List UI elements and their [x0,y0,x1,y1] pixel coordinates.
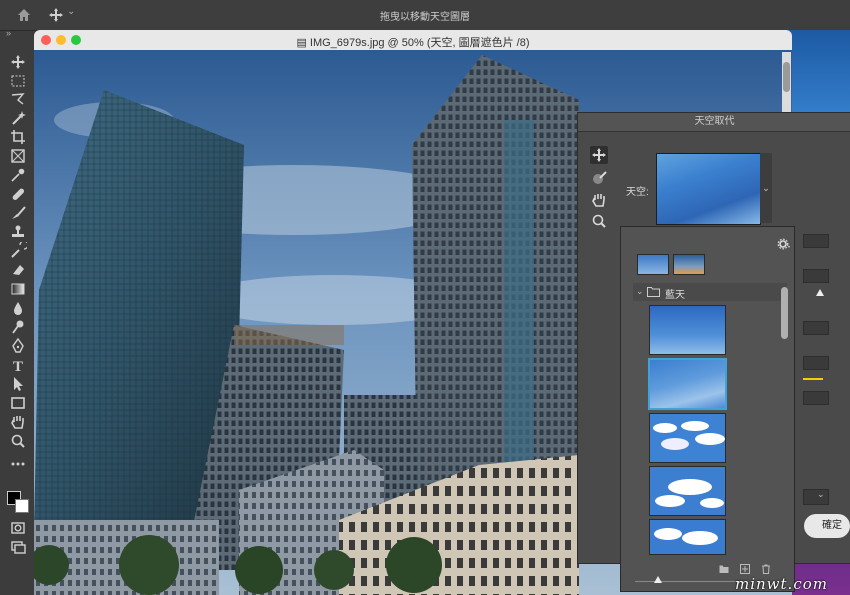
gear-icon[interactable] [777,237,791,251]
sky-preset-thumbnail[interactable] [649,305,726,355]
setting-field[interactable] [803,269,829,283]
hand-icon[interactable] [9,413,27,431]
slider-thumb[interactable] [816,289,824,296]
sky-preset-thumbnail[interactable] [649,519,726,555]
frame-icon[interactable] [9,147,27,165]
move-icon[interactable] [9,53,27,71]
zoom-icon[interactable] [590,212,608,230]
sky-preset-thumbnail-selected[interactable] [648,358,727,410]
chevron-down-icon[interactable]: ⌄ [636,286,644,297]
eraser-icon[interactable] [9,261,27,279]
setting-field[interactable] [803,391,829,405]
sky-preview-thumbnail[interactable] [656,153,761,225]
setting-field[interactable] [803,321,829,335]
folder-icon [647,287,660,297]
marquee-icon[interactable] [9,72,27,90]
lasso-icon[interactable] [9,90,27,108]
sky-preset-picker: ⌄ 藍天 [620,226,795,592]
trash-icon[interactable] [761,564,771,574]
brush-icon[interactable] [9,204,27,222]
hand-icon[interactable] [590,191,608,209]
dodge-icon[interactable] [9,318,27,336]
gradient-icon[interactable] [9,280,27,298]
quick-mask-icon[interactable] [9,519,27,537]
cloud-image [653,421,725,450]
document-titlebar: ▤ IMG_6979s.jpg @ 50% (天空, 圖層遮色片 /8) [34,30,792,51]
setting-field[interactable] [803,356,829,370]
sky-preset-thumbnail[interactable] [649,466,726,516]
more-icon[interactable] [9,455,27,473]
dialog-title: 天空取代 [578,113,850,132]
folder-icon[interactable] [719,564,729,574]
recent-sky-thumbnail[interactable] [637,254,669,275]
tools-panel: » T [0,28,37,595]
stamp-icon[interactable] [9,223,27,241]
color-adjust-slider[interactable] [803,378,823,380]
output-select[interactable] [803,489,829,505]
picker-scrollbar[interactable] [781,285,788,555]
chevron-down-icon[interactable]: ⌄ [760,153,772,223]
scrollbar-thumb[interactable] [783,62,790,92]
app-title: 拖曳以移動天空圖層 [380,12,470,23]
options-bar: ⌄ 拖曳以移動天空圖層 [0,0,850,31]
background-color-swatch[interactable] [15,499,29,513]
svg-text:T: T [13,359,23,374]
cloud-image [655,479,724,508]
history-brush-icon[interactable] [9,242,27,260]
scrollbar-thumb[interactable] [781,287,788,339]
sky-brush-icon[interactable] [590,169,608,187]
move-sky-tool-icon[interactable] [590,146,608,164]
type-icon[interactable]: T [9,356,27,374]
magic-wand-icon[interactable] [9,109,27,127]
recent-sky-thumbnail[interactable] [673,254,705,275]
blur-icon[interactable] [9,299,27,317]
setting-field[interactable] [803,234,829,248]
new-preset-icon[interactable] [740,564,750,574]
document-title: ▤ IMG_6979s.jpg @ 50% (天空, 圖層遮色片 /8) [296,37,530,49]
eyedropper-icon[interactable] [9,166,27,184]
document-file-icon: ▤ [296,37,310,49]
rectangle-icon[interactable] [9,394,27,412]
sky-preset-thumbnail[interactable] [649,413,726,463]
pen-icon[interactable] [9,337,27,355]
collapse-icon[interactable]: » [6,28,11,38]
watermark: minwt.com [735,575,828,593]
healing-icon[interactable] [9,185,27,203]
sky-label: 天空: [626,187,649,198]
crop-icon[interactable] [9,128,27,146]
chevron-down-icon[interactable]: ⌄ [817,489,825,500]
folder-label: 藍天 [665,290,685,301]
thumbnail-size-slider[interactable] [635,581,745,582]
sky-folder-header[interactable]: ⌄ 藍天 [633,283,787,301]
zoom-icon[interactable] [9,432,27,450]
slider-thumb[interactable] [654,576,662,583]
cloud-image [654,528,718,545]
screen-mode-icon[interactable] [9,538,27,556]
path-select-icon[interactable] [9,375,27,393]
ok-button[interactable]: 確定 [804,514,850,538]
